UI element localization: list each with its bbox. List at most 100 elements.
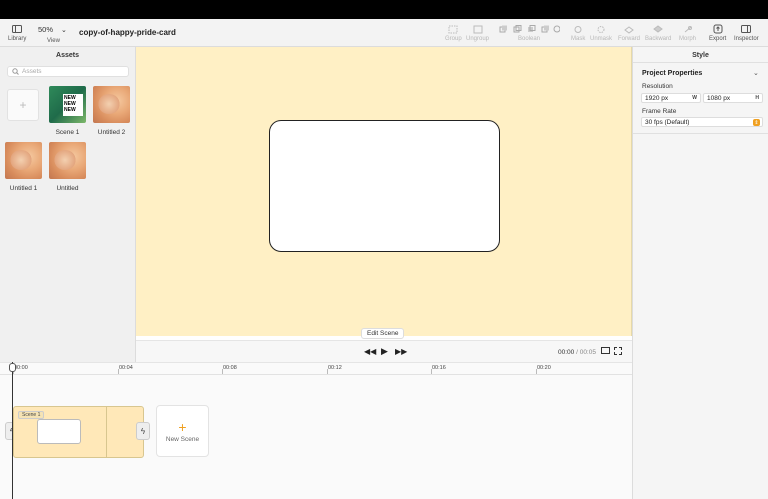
edit-scene-button[interactable]: Edit Scene (361, 328, 405, 339)
tick-label: 00:16 (432, 365, 446, 371)
resolution-label: Resolution (642, 83, 673, 90)
tick-label: 00:00 (14, 365, 28, 371)
ungroup-label: Ungroup (466, 36, 490, 42)
height-value: 1080 px (707, 94, 731, 102)
divider (633, 133, 768, 134)
forward-label: Forward (618, 36, 641, 42)
asset-label: Scene 1 (55, 129, 80, 136)
view-label: View (47, 38, 60, 44)
asset-label: Untitled 2 (97, 129, 126, 136)
chevron-down-icon: ⌄ (61, 26, 67, 34)
playhead[interactable] (12, 362, 13, 499)
scene-clip-thumbnail (37, 419, 81, 444)
document-title: copy-of-happy-pride-card (79, 28, 176, 37)
play-button[interactable]: ▶ (381, 346, 388, 357)
asset-thumbnail (49, 142, 86, 179)
asset-label: Untitled 1 (9, 185, 38, 192)
time-ruler[interactable]: 00:00 00:04 00:08 00:12 00:16 00:20 (0, 363, 632, 375)
inspector-panel: Style Project Properties ⌄ Resolution 19… (632, 47, 768, 499)
view-label-text: View (47, 38, 60, 44)
library-button[interactable]: Library (8, 22, 26, 42)
send-backward-icon (653, 22, 664, 36)
search-icon (12, 68, 19, 75)
transition-out-button[interactable]: ϟ (136, 422, 150, 440)
frame-rate-value: 30 fps (Default) (645, 118, 690, 126)
export-label: Export (709, 36, 727, 42)
asset-untitled-1[interactable]: Untitled 1 (5, 142, 42, 192)
fast-forward-button[interactable]: ▶▶ (395, 347, 407, 356)
inspector-icon (741, 22, 752, 36)
search-placeholder: Assets (22, 68, 42, 75)
plus-icon: + (7, 89, 39, 121)
thumbnail-text: NEW NEW NEW (63, 94, 83, 116)
inspector-label: Inspector (734, 36, 759, 42)
tick-label: 00:20 (537, 365, 551, 371)
asset-untitled-2[interactable]: Untitled 2 (93, 86, 130, 136)
divider (633, 62, 768, 63)
morph-icon (683, 22, 693, 36)
menu-bar (0, 0, 768, 19)
ungroup-button[interactable]: Ungroup (466, 22, 489, 42)
project-properties-title: Project Properties (642, 70, 703, 77)
height-field[interactable]: 1080 px H (703, 93, 763, 103)
toolbar: Library 50% ⌄ View copy-of-happy-pride-c… (0, 19, 768, 47)
new-scene-button[interactable]: + New Scene (156, 405, 209, 457)
ungroup-icon (473, 22, 483, 36)
assets-title: Assets (56, 52, 79, 59)
lightning-icon: ϟ (140, 426, 146, 436)
tab-style[interactable]: Style (633, 52, 768, 59)
fullscreen-icon[interactable] (614, 347, 622, 357)
new-scene-label: New Scene (165, 435, 200, 443)
add-asset-button[interactable]: + (7, 89, 39, 121)
boolean-button[interactable]: Boolean (498, 22, 560, 42)
asset-scene-1[interactable]: NEW NEW NEW Scene 1 (49, 86, 86, 136)
unmask-button[interactable]: Unmask (590, 22, 612, 42)
screen-icon[interactable] (601, 347, 610, 356)
plus-icon: + (178, 418, 187, 435)
sidebar-icon (12, 22, 23, 36)
unmask-icon (596, 22, 606, 36)
asset-untitled[interactable]: Untitled (49, 142, 86, 192)
scene-tag: Scene 1 (18, 411, 45, 419)
assets-search-input[interactable]: Assets (7, 66, 129, 77)
time-display: 00:00 / 00:05 (558, 349, 596, 356)
width-value: 1920 px (645, 94, 669, 102)
group-label: Group (445, 36, 462, 42)
boolean-icon (498, 22, 560, 36)
tick-label: 00:04 (119, 365, 133, 371)
export-button[interactable]: Export (709, 22, 726, 42)
morph-button[interactable]: Morph (679, 22, 696, 42)
asset-thumbnail (93, 86, 130, 123)
playhead-handle[interactable] (9, 363, 16, 372)
canvas[interactable] (136, 47, 632, 336)
tick-label: 00:12 (328, 365, 342, 371)
forward-button[interactable]: Forward (618, 22, 640, 42)
asset-label: Untitled (56, 185, 79, 192)
backward-button[interactable]: Backward (645, 22, 671, 42)
unmask-label: Unmask (590, 36, 613, 42)
current-time: 00:00 (558, 349, 575, 356)
boolean-label: Boolean (517, 36, 541, 42)
frame-rate-select[interactable]: 30 fps (Default) ⇕ (641, 117, 763, 127)
scene-clip[interactable]: Scene 1 (13, 406, 144, 458)
backward-label: Backward (645, 36, 672, 42)
rewind-button[interactable]: ◀◀ (364, 347, 376, 356)
morph-label: Morph (679, 36, 697, 42)
width-unit: W (692, 95, 697, 101)
height-unit: H (755, 95, 759, 101)
mask-label: Mask (571, 36, 586, 42)
chevron-up-down-icon: ⇕ (753, 119, 760, 126)
group-button[interactable]: Group (445, 22, 462, 42)
total-time: / 00:05 (576, 349, 596, 356)
mask-icon (573, 22, 583, 36)
card-shape[interactable] (269, 120, 500, 252)
width-field[interactable]: 1920 px W (641, 93, 701, 103)
library-label: Library (8, 36, 27, 42)
zoom-dropdown[interactable]: 50% ⌄ (38, 25, 67, 34)
chevron-down-icon[interactable]: ⌄ (753, 69, 759, 77)
timeline[interactable]: 00:00 00:04 00:08 00:12 00:16 00:20 ϟ Sc… (0, 362, 632, 499)
mask-button[interactable]: Mask (571, 22, 585, 42)
inspector-button[interactable]: Inspector (734, 22, 759, 42)
bring-forward-icon (624, 22, 634, 36)
asset-thumbnail (5, 142, 42, 179)
